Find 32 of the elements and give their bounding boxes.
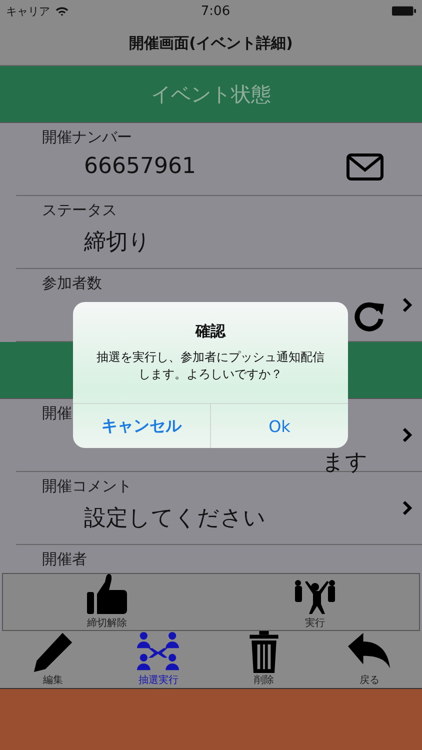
toolbar-button[interactable]: 実行 <box>211 574 419 630</box>
alert-button[interactable]: Ok <box>210 404 348 448</box>
row-value: 設定してください <box>84 505 266 533</box>
tab[interactable]: 戻る <box>316 631 422 688</box>
toolbar-button[interactable]: 締切解除 <box>3 574 211 630</box>
status-time: 7:06 <box>200 4 232 18</box>
row-value: 66657961 <box>84 154 196 179</box>
row-label: 参加者数 <box>42 274 102 293</box>
list-row[interactable]: 開催者 <box>16 545 422 573</box>
tab[interactable]: 抽選実行 <box>106 631 211 688</box>
battery-icon <box>392 6 416 16</box>
row-label: 開催 <box>42 404 72 423</box>
mail-icon[interactable] <box>346 153 384 181</box>
tab[interactable]: 編集 <box>0 631 106 688</box>
screen-title: 開催画面(イベント詳細) <box>129 34 293 53</box>
row-label: 開催コメント <box>42 477 132 496</box>
tab[interactable]: 削除 <box>211 631 316 688</box>
row-label: 開催ナンバー <box>42 128 132 147</box>
alert-button[interactable]: キャンセル <box>73 404 210 448</box>
row-value: 締切り <box>84 229 151 257</box>
section-title: イベント状態 <box>151 80 271 108</box>
wifi-icon <box>55 6 69 16</box>
carrier-name: キャリア <box>6 4 50 18</box>
row-label: 開催者 <box>42 550 87 569</box>
thumbs-up-icon <box>85 574 129 616</box>
list-row[interactable]: ステータス 締切り <box>16 196 422 269</box>
alert-message: 抽選を実行し、参加者にプッシュ通知配信します。よろしいですか？ <box>96 349 326 384</box>
list-row[interactable]: 開催コメント 設定してください <box>16 472 422 545</box>
row-label: ステータス <box>42 201 117 220</box>
alert-title: 確認 <box>196 322 226 341</box>
list-row[interactable]: 開催ナンバー 66657961 <box>16 123 422 196</box>
people-network-icon <box>136 631 180 673</box>
